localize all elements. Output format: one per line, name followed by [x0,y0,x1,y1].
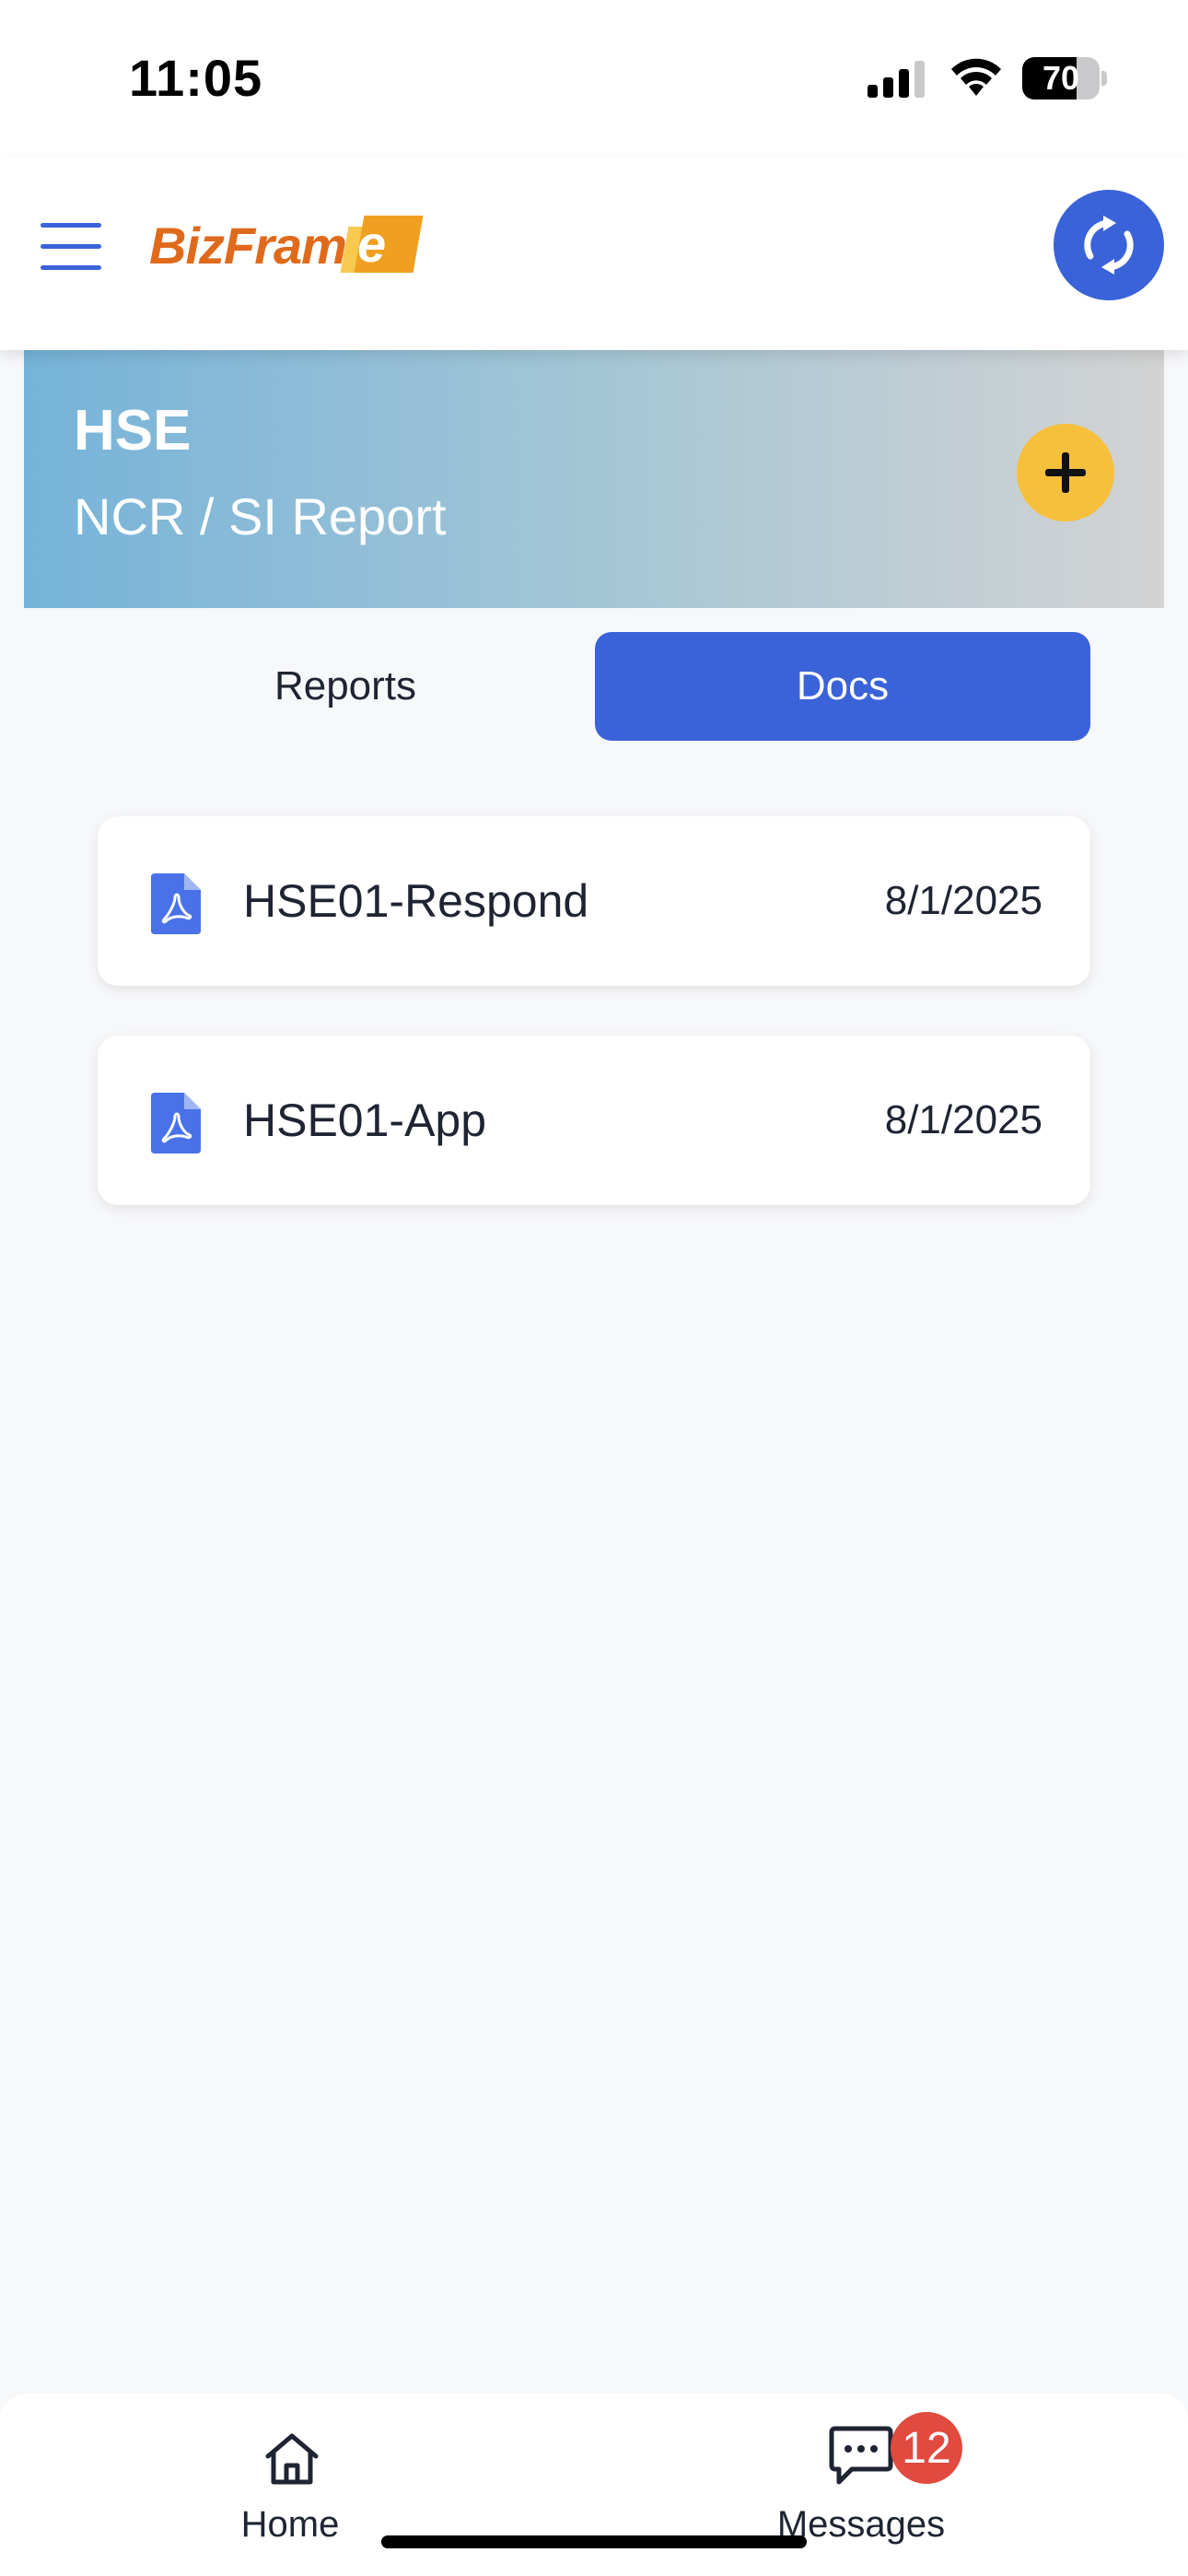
plus-icon [1045,452,1086,493]
module-title: HSE [74,399,192,463]
sync-button[interactable] [1054,190,1164,300]
wifi-icon [951,58,1001,96]
nav-messages[interactable]: 12 Messages [723,2394,999,2576]
nav-home[interactable]: Home [152,2394,428,2576]
doc-date: 8/1/2025 [884,1097,1042,1142]
report-subtitle: NCR / SI Report [74,487,447,545]
hamburger-menu-icon [41,265,101,270]
pdf-file-icon [151,873,201,934]
tab-docs[interactable]: Docs [595,632,1090,741]
logo-letter: e [357,215,387,273]
logo-text: BizFram [149,217,347,275]
bottom-navigation: Home 12 Messages [0,2394,1188,2576]
doc-date: 8/1/2025 [884,878,1042,923]
bizframe-logo: BizFram e [149,206,425,291]
add-button[interactable] [1017,424,1114,521]
section-banner: HSE NCR / SI Report [24,350,1164,608]
status-time: 11:05 [129,49,263,107]
tab-reports[interactable]: Reports [98,632,593,741]
home-indicator [381,2535,807,2548]
battery-level: 70 [1042,59,1080,97]
battery-body: 70 [1022,57,1100,100]
hamburger-menu-icon [41,223,101,228]
list-item[interactable]: HSE01-App 8/1/2025 [98,1036,1090,1205]
status-bar: 11:05 70 [0,0,1188,157]
doc-name: HSE01-Respond [243,875,589,927]
home-icon [265,2433,319,2485]
sync-icon [1084,216,1134,275]
cellular-signal-icon [868,61,925,98]
hamburger-menu-button[interactable] [33,214,114,278]
app-screen: 11:05 70 BizFram e HSE NCR / SI Report R… [0,0,1188,2576]
battery-indicator: 70 [1022,57,1107,100]
battery-cap [1101,71,1107,86]
doc-name: HSE01-App [243,1095,487,1146]
app-header: BizFram e [0,157,1188,350]
unread-badge: 12 [891,2412,962,2484]
hamburger-menu-icon [41,244,101,249]
list-item[interactable]: HSE01-Respond 8/1/2025 [98,816,1090,986]
pdf-file-icon [151,1093,201,1153]
message-icon [829,2426,893,2485]
